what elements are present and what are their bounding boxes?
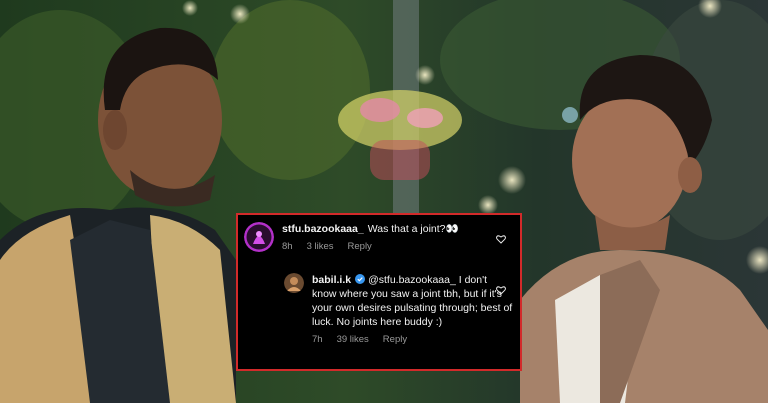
- comment-text: Was that a joint?👀: [367, 223, 459, 235]
- comment-body: stfu.bazookaaa_ Was that a joint?👀 8h 3 l…: [282, 222, 514, 254]
- reply-button[interactable]: Reply: [383, 333, 407, 347]
- reply-comment-item: babil.i.k @stfu.bazookaaa_ I don't know w…: [284, 273, 514, 347]
- avatar[interactable]: [284, 273, 304, 293]
- comment-time: 7h: [312, 334, 323, 345]
- comment-likes[interactable]: 3 likes: [307, 240, 334, 254]
- comment-meta: 8h 3 likes Reply: [282, 240, 514, 254]
- comment-meta: 7h 39 likes Reply: [312, 333, 514, 347]
- reply-button[interactable]: Reply: [348, 240, 372, 254]
- heart-icon[interactable]: [496, 234, 506, 244]
- verified-badge-icon: [355, 274, 366, 284]
- comment-likes[interactable]: 39 likes: [337, 333, 369, 347]
- comment-item: stfu.bazookaaa_ Was that a joint?👀 8h 3 l…: [244, 222, 514, 254]
- comment-username[interactable]: stfu.bazookaaa_: [282, 223, 364, 235]
- comment-username[interactable]: babil.i.k: [312, 274, 351, 286]
- avatar[interactable]: [244, 222, 274, 252]
- comment-time: 8h: [282, 241, 293, 252]
- heart-icon[interactable]: [496, 285, 506, 295]
- comment-panel: stfu.bazookaaa_ Was that a joint?👀 8h 3 l…: [236, 213, 522, 371]
- comment-body: babil.i.k @stfu.bazookaaa_ I don't know w…: [312, 273, 514, 347]
